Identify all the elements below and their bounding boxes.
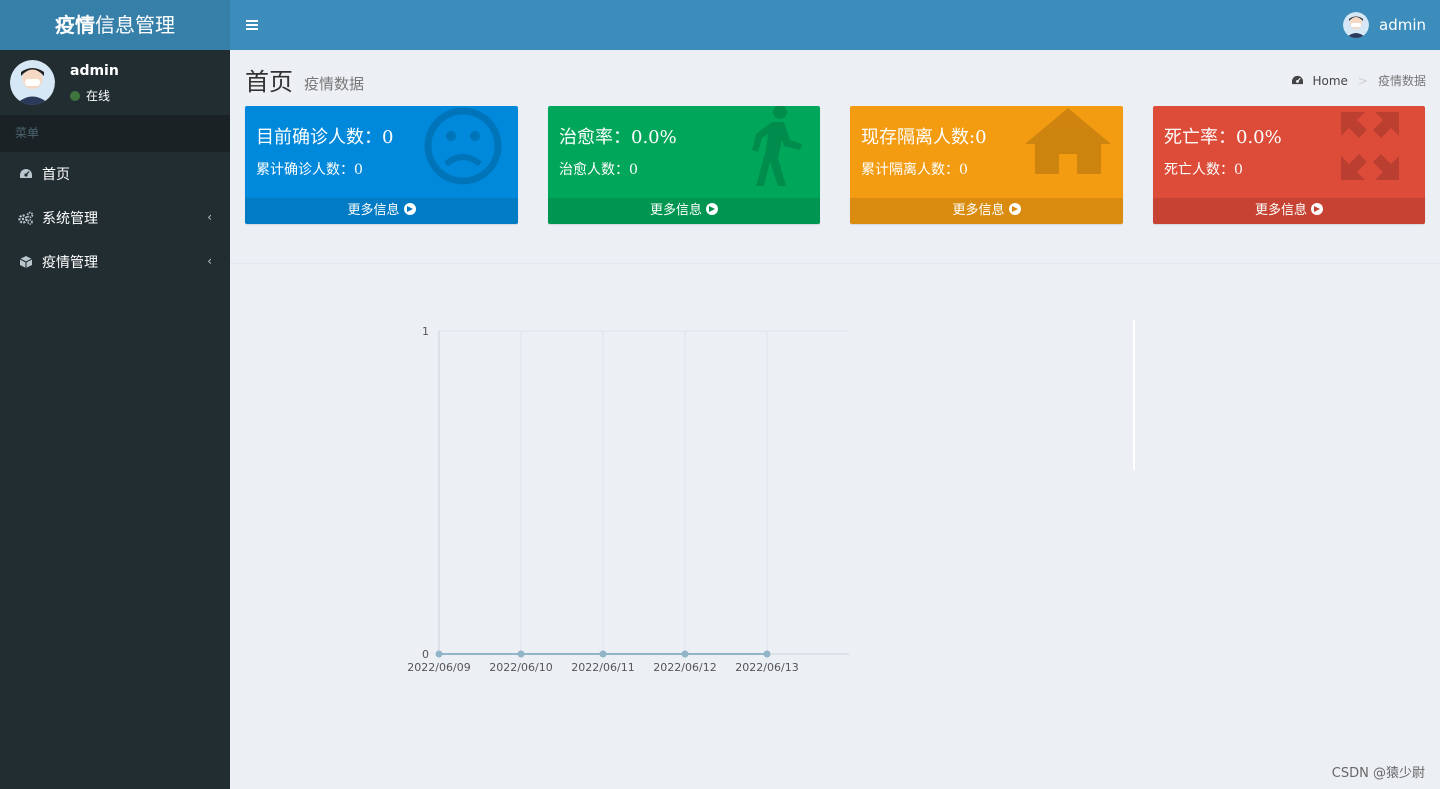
gears-icon — [18, 210, 34, 226]
breadcrumb-separator: > — [1357, 73, 1368, 88]
avatar — [10, 60, 55, 105]
more-info-link[interactable]: 更多信息 — [548, 198, 820, 224]
logo-bold-text: 疫情 — [55, 13, 95, 37]
x-tick-label: 2022/06/13 — [735, 661, 798, 674]
chevron-left-icon: ‹ — [207, 254, 212, 268]
sidebar-item-home[interactable]: 首页 — [0, 152, 230, 196]
sidebar-item-system[interactable]: 系统管理 ‹ — [0, 196, 230, 240]
stat-card-isolation: 现存隔离人数:0 累计隔离人数：0 更多信息 — [850, 106, 1123, 224]
home-icon — [1025, 108, 1111, 174]
sidebar-item-epidemic[interactable]: 疫情管理 ‹ — [0, 240, 230, 284]
online-dot-icon — [70, 90, 80, 101]
y-tick-label: 0 — [422, 648, 429, 661]
avatar — [1343, 12, 1369, 38]
x-tick-label: 2022/06/11 — [571, 661, 634, 674]
sidebar-item-label: 系统管理 — [42, 211, 98, 227]
dashboard-icon — [18, 166, 34, 182]
breadcrumb: Home > 疫情数据 — [1291, 72, 1426, 89]
stat-card-confirmed: 目前确诊人数：0 累计确诊人数：0 更多信息 — [245, 106, 518, 224]
breadcrumb-current: 疫情数据 — [1377, 74, 1426, 88]
stat-card-cure: 治愈率：0.0% 治愈人数：0 更多信息 — [548, 106, 820, 224]
page-subtitle: 疫情数据 — [304, 75, 365, 93]
data-point — [681, 650, 689, 658]
more-info-link[interactable]: 更多信息 — [1153, 198, 1425, 224]
frown-icon — [424, 107, 502, 185]
chart-separator — [1133, 320, 1135, 470]
arrow-circle-right-icon — [1008, 203, 1021, 215]
arrow-circle-right-icon — [1311, 203, 1323, 215]
x-tick-label: 2022/06/09 — [407, 661, 470, 674]
chevron-left-icon: ‹ — [207, 210, 212, 224]
more-info-link[interactable]: 更多信息 — [850, 198, 1123, 224]
page-title: 首页 — [245, 68, 293, 96]
y-tick-label: 1 — [422, 325, 429, 338]
more-info-label: 更多信息 — [649, 203, 702, 218]
data-point — [435, 650, 443, 658]
walking-person-icon — [752, 106, 802, 186]
status-text: 在线 — [86, 89, 111, 103]
top-navbar: 疫情信息管理 admin — [0, 0, 1440, 50]
x-tick-label: 2022/06/12 — [653, 661, 716, 674]
more-info-link[interactable]: 更多信息 — [245, 198, 518, 224]
content-header: 首页 疫情数据 Home > 疫情数据 — [230, 50, 1440, 106]
breadcrumb-home-link[interactable]: Home — [1312, 74, 1347, 88]
header-username: admin — [1379, 16, 1426, 34]
data-point — [763, 650, 771, 658]
data-point — [599, 650, 607, 658]
section-divider — [230, 263, 1440, 264]
arrow-circle-right-icon — [706, 203, 718, 215]
more-info-label: 更多信息 — [952, 203, 1005, 218]
logo-rest-text: 信息管理 — [95, 13, 175, 37]
arrow-circle-right-icon — [403, 203, 416, 215]
more-info-label: 更多信息 — [347, 203, 400, 218]
sidebar-item-label: 疫情管理 — [42, 255, 98, 271]
sidebar-username: admin — [70, 63, 119, 79]
user-panel: admin 在线 — [0, 50, 230, 115]
expand-arrows-icon — [1341, 112, 1399, 180]
app-logo[interactable]: 疫情信息管理 — [0, 0, 230, 50]
sidebar-toggle-button[interactable] — [230, 0, 274, 50]
dashboard-icon — [1292, 75, 1304, 85]
hamburger-icon — [246, 24, 258, 26]
trend-line-chart: 0 1 2022/06/09 2022/06/10 2022/06/11 2022/06/… — [407, 325, 849, 674]
data-point — [517, 650, 525, 658]
menu-header: 菜单 — [0, 115, 230, 152]
x-tick-label: 2022/06/10 — [489, 661, 552, 674]
more-info-label: 更多信息 — [1254, 203, 1307, 218]
sidebar-item-label: 首页 — [42, 167, 70, 183]
cube-icon — [18, 254, 34, 270]
watermark-text: CSDN @猿少尉 — [1331, 766, 1425, 781]
online-status: 在线 — [70, 87, 110, 104]
sidebar: admin 在线 菜单 首页 系统管理 ‹ 疫情管理 ‹ — [0, 50, 230, 789]
stat-card-death: 死亡率：0.0% 死亡人数：0 更多信息 — [1153, 106, 1425, 224]
user-menu[interactable]: admin — [1343, 0, 1426, 50]
